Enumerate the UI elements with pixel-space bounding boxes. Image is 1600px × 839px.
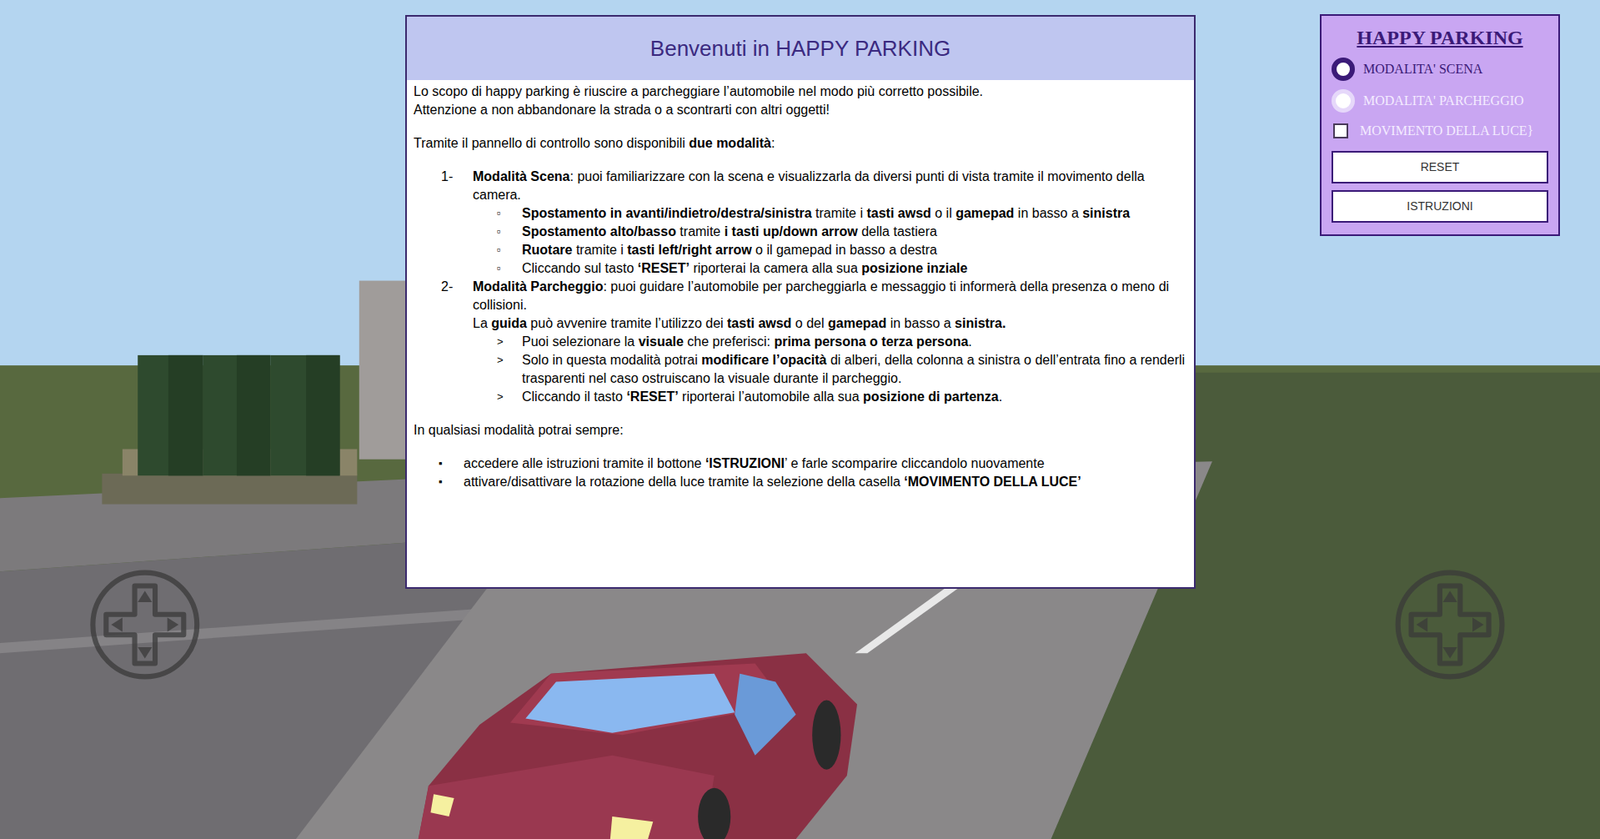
instruction-item: ▪accedere alle istruzioni tramite il bot… bbox=[413, 454, 1188, 473]
modal-body: Lo scopo di happy parking è riuscire a p… bbox=[406, 80, 1194, 492]
instruction-item: ▫Cliccando sul tasto ‘RESET’ riporterai … bbox=[413, 259, 1188, 278]
instruction-item: >Cliccando il tasto ‘RESET’ riporterai l… bbox=[413, 387, 1188, 407]
instruction-item: ▫Spostamento alto/basso tramite i tasti … bbox=[413, 222, 1188, 241]
instruction-item: >Solo in questa modalità potrai modifica… bbox=[413, 351, 1188, 388]
tree bbox=[270, 355, 340, 476]
move-gamepad[interactable] bbox=[92, 572, 197, 678]
checkbox[interactable] bbox=[1333, 123, 1349, 139]
tree-base bbox=[101, 473, 357, 505]
mode-radio[interactable]: MODALITA' PARCHEGGIO bbox=[1331, 89, 1549, 113]
panel-button[interactable]: ISTRUZIONI bbox=[1331, 190, 1549, 223]
instruction-item: ▪attivare/disattivare la rotazione della… bbox=[413, 472, 1188, 492]
light-checkbox-row[interactable]: MOVIMENTO DELLA LUCE} bbox=[1331, 120, 1549, 141]
control-panel: HAPPY PARKING MODALITA' SCENA MODALITA' PA… bbox=[1319, 14, 1560, 236]
mode-section: 1-Modalità Scena: puoi familiarizzare co… bbox=[413, 167, 1188, 278]
mode-section: 2-Modalità Parcheggio: puoi guidare l’au… bbox=[413, 277, 1188, 407]
modal-header: Benvenuti in HAPPY PARKING bbox=[406, 16, 1194, 81]
instructions-modal: Benvenuti in HAPPY PARKINGLo scopo di ha… bbox=[405, 15, 1196, 589]
always-intro: In qualsiasi modalità potrai sempre: bbox=[413, 421, 1188, 440]
instruction-item: ▫Spostamento in avanti/indietro/destra/s… bbox=[413, 204, 1188, 223]
tree bbox=[203, 355, 271, 476]
radio-circle[interactable] bbox=[1331, 57, 1355, 81]
instruction-item: ▫Ruotare tramite i tasti left/right arro… bbox=[413, 240, 1188, 260]
tree bbox=[137, 355, 203, 476]
car[interactable] bbox=[418, 652, 858, 839]
mode-radio[interactable]: MODALITA' SCENA bbox=[1331, 57, 1549, 81]
happy-parking-app: Benvenuti in HAPPY PARKINGLo scopo di ha… bbox=[0, 0, 1600, 839]
modes-intro: Tramite il pannello di controllo sono di… bbox=[413, 134, 1188, 153]
intro-text: Lo scopo di happy parking è riuscire a p… bbox=[413, 82, 1188, 101]
instruction-item: >Puoi selezionare la visuale che preferi… bbox=[413, 332, 1188, 352]
panel-title: HAPPY PARKING bbox=[1331, 22, 1549, 53]
photo bbox=[359, 280, 407, 460]
radio-circle[interactable] bbox=[1331, 89, 1355, 113]
panel-button[interactable]: RESET bbox=[1331, 150, 1549, 184]
road-line bbox=[855, 581, 969, 654]
rotate-gamepad[interactable] bbox=[1398, 572, 1503, 678]
intro-text: Attenzione a non abbandonare la strada o… bbox=[413, 100, 1188, 120]
